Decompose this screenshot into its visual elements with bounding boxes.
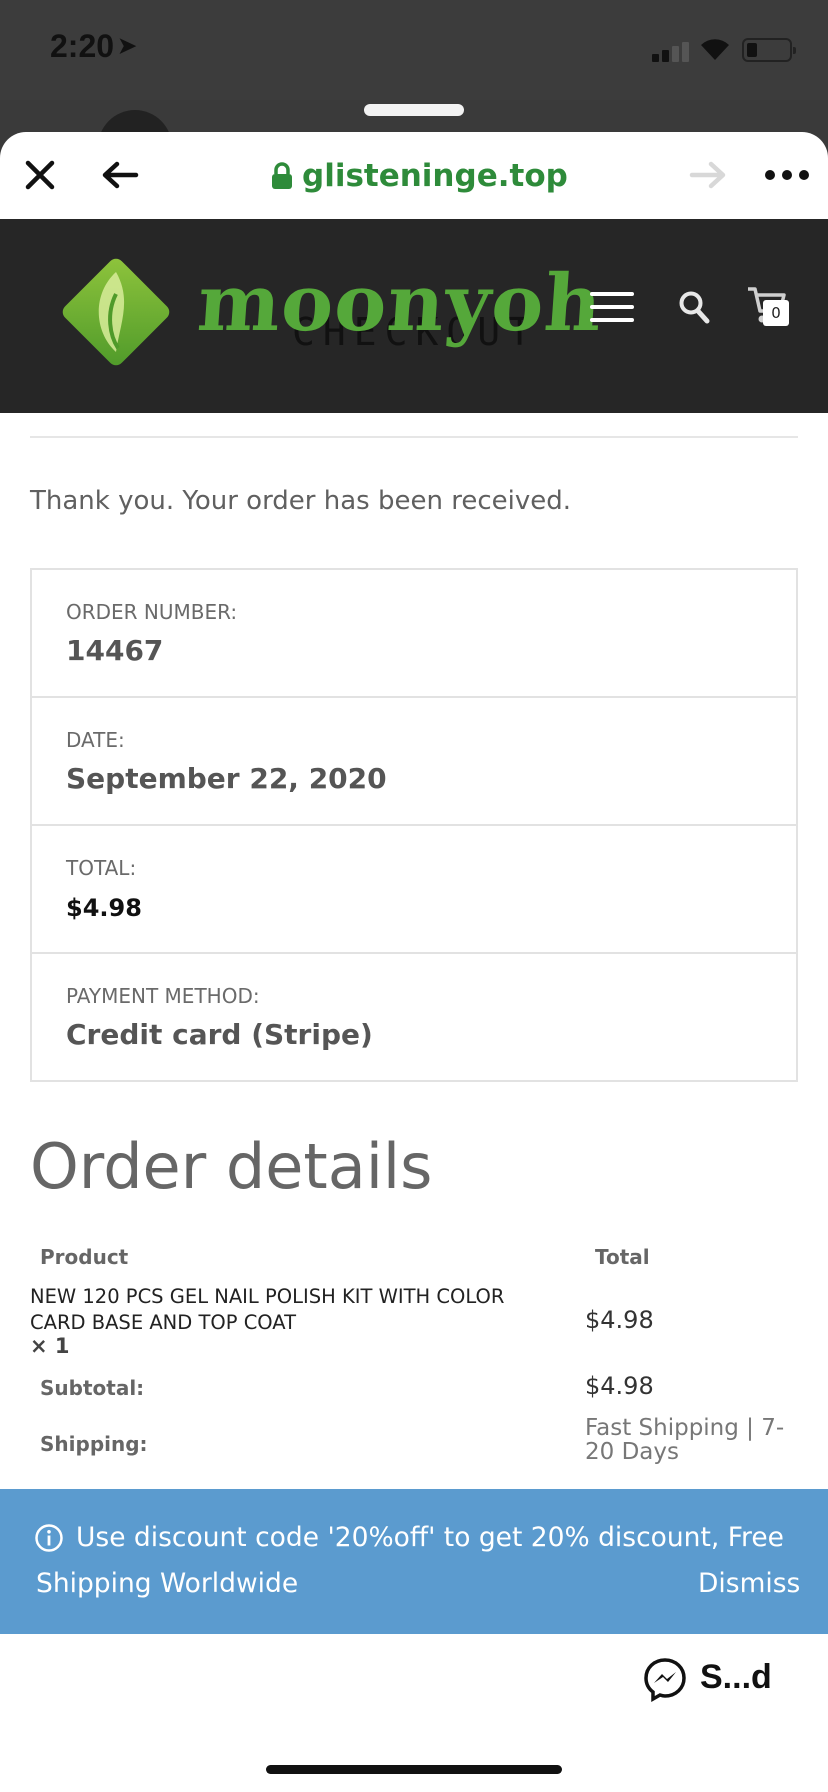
back-arrow-icon[interactable] [100, 155, 140, 195]
location-arrow-icon: ➤ [118, 33, 137, 58]
shipping-method-value: Fast Shipping | 7-20 Days [585, 1415, 785, 1465]
order-total-item: TOTAL: $4.98 [32, 826, 796, 954]
dismiss-notice-link[interactable]: Dismiss [698, 1568, 800, 1599]
shipping-label: Shipping: [40, 1432, 148, 1456]
store-notice-banner [0, 1489, 828, 1634]
wifi-icon [701, 39, 729, 60]
search-icon[interactable] [678, 290, 710, 324]
payment-method-value: Credit card (Stripe) [66, 1018, 373, 1051]
order-number-item: ORDER NUMBER: 14467 [32, 570, 796, 698]
order-details-heading: Order details [30, 1130, 433, 1203]
notice-text-line2: Shipping Worldwide [36, 1568, 299, 1599]
notice-text-line1: Use discount code '20%off' to get 20% di… [76, 1522, 784, 1553]
order-date-item: DATE: September 22, 2020 [32, 698, 796, 826]
product-column-header: Product [40, 1245, 129, 1269]
sheet-grabber[interactable] [364, 104, 464, 116]
close-icon[interactable] [20, 155, 60, 195]
hamburger-menu-icon[interactable] [590, 292, 634, 324]
forward-arrow-icon[interactable] [688, 155, 728, 195]
messenger-chat-button[interactable]: S...d [700, 1658, 772, 1697]
info-icon [35, 1524, 63, 1552]
url-text: glisteninge.top [302, 158, 568, 194]
lock-icon [272, 162, 292, 189]
messenger-icon[interactable] [642, 1656, 688, 1702]
url-bar[interactable]: glisteninge.top [270, 158, 568, 194]
leaf-logo-icon[interactable] [58, 254, 174, 370]
product-line-total: $4.98 [585, 1306, 654, 1334]
order-number-label: ORDER NUMBER: [66, 600, 238, 624]
site-logo-text[interactable]: moonyoh [195, 258, 606, 349]
cellular-signal-icon [652, 40, 690, 62]
home-indicator[interactable] [266, 1765, 562, 1774]
order-total-label: TOTAL: [66, 856, 137, 880]
product-quantity: × 1 [30, 1334, 70, 1358]
total-column-header: Total [595, 1245, 650, 1269]
order-total-value: $4.98 [66, 894, 142, 922]
payment-method-label: PAYMENT METHOD: [66, 984, 260, 1008]
cart-count-badge: 0 [763, 300, 789, 326]
status-time: 2:20 ➤ [50, 28, 136, 65]
order-date-value: September 22, 2020 [66, 762, 387, 795]
payment-method-item: PAYMENT METHOD: Credit card (Stripe) [32, 954, 796, 1080]
more-options-icon[interactable] [762, 155, 812, 195]
divider [30, 436, 798, 438]
order-overview: ORDER NUMBER: 14467 DATE: September 22, … [30, 568, 798, 1082]
battery-icon [742, 38, 796, 62]
subtotal-label: Subtotal: [40, 1376, 145, 1400]
order-number-value: 14467 [66, 634, 164, 667]
order-received-message: Thank you. Your order has been received. [30, 486, 571, 516]
time-text: 2:20 [50, 28, 115, 64]
subtotal-value: $4.98 [585, 1372, 654, 1400]
product-name-link[interactable]: NEW 120 PCS GEL NAIL POLISH KIT WITH COL… [30, 1284, 550, 1336]
order-date-label: DATE: [66, 728, 125, 752]
